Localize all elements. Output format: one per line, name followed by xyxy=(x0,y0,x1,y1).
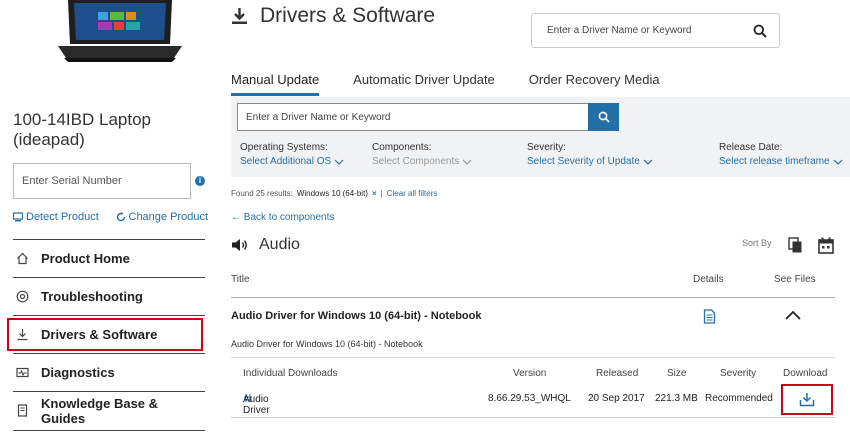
page-title: Drivers & Software xyxy=(231,4,435,28)
column-title: Title xyxy=(231,274,250,285)
download-version: 8.66.29.53_WHQL xyxy=(488,393,571,404)
sort-by-files-icon[interactable] xyxy=(788,237,803,254)
sidebar-item-label: Product Home xyxy=(41,251,130,266)
download-icon xyxy=(232,8,247,24)
download-size: 221.3 MB xyxy=(655,393,698,404)
driver-search-input[interactable]: Enter a Driver Name or Keyword xyxy=(237,103,619,131)
page-title-text: Drivers & Software xyxy=(260,4,436,27)
search-icon[interactable] xyxy=(753,24,767,38)
sidebar-item-knowledge-base[interactable]: Knowledge Base & Guides xyxy=(13,391,205,429)
refresh-icon xyxy=(116,212,125,222)
change-product-link[interactable]: Change Product xyxy=(116,211,209,223)
chevron-down-icon xyxy=(334,159,344,165)
back-to-components-link[interactable]: ← Back to components xyxy=(231,212,334,223)
filter-severity-value: Select Severity of Update xyxy=(527,156,640,167)
column-individual-downloads: Individual Downloads xyxy=(243,368,338,379)
column-details: Details xyxy=(693,274,724,285)
info-icon[interactable]: i xyxy=(195,176,205,186)
product-links: Detect Product Change Product xyxy=(13,211,208,223)
column-size: Size xyxy=(667,368,687,379)
results-summary: Found 25 results: Windows 10 (64-bit) × … xyxy=(231,189,437,198)
change-product-label: Change Product xyxy=(128,211,209,223)
sidebar-item-label: Troubleshooting xyxy=(41,289,143,304)
driver-search-button[interactable] xyxy=(588,103,619,131)
table-row: Audio Driver for Windows 10 (64-bit) - N… xyxy=(231,298,835,358)
home-icon xyxy=(16,252,29,265)
sidebar-item-product-home[interactable]: Product Home xyxy=(13,239,205,277)
serial-number-input[interactable]: Enter Serial Number xyxy=(13,163,191,199)
download-name-text: Audio Driver xyxy=(243,394,270,416)
results-divider: | xyxy=(380,189,383,198)
download-button[interactable] xyxy=(781,384,833,415)
column-see-files: See Files xyxy=(774,274,816,285)
tab-manual-update[interactable]: Manual Update xyxy=(231,72,320,96)
filter-os-label: Operating Systems: xyxy=(240,142,328,153)
filter-components: Components: Select Components xyxy=(372,142,472,167)
column-released: Released xyxy=(596,368,639,379)
sidebar-divider xyxy=(13,430,205,431)
column-download: Download xyxy=(783,368,828,379)
driver-title: Audio Driver for Windows 10 (64-bit) - N… xyxy=(231,310,482,322)
sidebar-item-diagnostics[interactable]: Diagnostics xyxy=(13,353,205,391)
troubleshoot-icon xyxy=(16,290,29,303)
filter-severity-label: Severity: xyxy=(527,142,566,153)
filter-components-value: Select Components xyxy=(372,156,460,167)
detect-icon xyxy=(13,212,23,222)
diagnostics-icon xyxy=(16,366,29,379)
table-header: Title Details See Files xyxy=(231,270,835,298)
sidebar-item-troubleshooting[interactable]: Troubleshooting xyxy=(13,277,205,315)
sidebar-item-drivers-software[interactable]: Drivers & Software xyxy=(7,315,205,353)
filter-components-label: Components: xyxy=(372,142,432,153)
filter-os-dropdown[interactable]: Select Additional OS xyxy=(240,156,344,167)
driver-search-placeholder: Enter a Driver Name or Keyword xyxy=(246,111,391,123)
book-icon xyxy=(16,404,29,417)
tab-automatic-driver-update[interactable]: Automatic Driver Update xyxy=(353,72,495,96)
tab-order-recovery-media[interactable]: Order Recovery Media xyxy=(529,72,660,96)
results-count: Found 25 results: xyxy=(231,189,293,198)
clear-filters-link[interactable]: Clear all filters xyxy=(387,189,438,198)
remove-filter-icon[interactable]: × xyxy=(372,189,377,198)
column-version: Version xyxy=(513,368,547,379)
laptop-image xyxy=(58,0,182,62)
header-search-input[interactable]: Enter a Driver Name or Keyword xyxy=(531,13,780,48)
chevron-down-icon xyxy=(833,159,843,165)
download-icon xyxy=(799,393,815,407)
download-severity: Recommended xyxy=(705,393,773,404)
speaker-icon xyxy=(232,239,247,251)
sidebar-item-label: Diagnostics xyxy=(41,365,115,380)
chevron-up-icon[interactable] xyxy=(785,310,801,320)
document-icon[interactable] xyxy=(703,309,716,324)
sidebar-menu: Product Home Troubleshooting Drivers & S… xyxy=(7,239,205,429)
section-heading: Audio xyxy=(231,236,300,254)
driver-subtitle: Audio Driver for Windows 10 (64-bit) - N… xyxy=(231,339,423,349)
download-row: Audio Driver 8.66.29.53_WHQL 20 Sep 2017… xyxy=(231,392,835,418)
header-search-placeholder: Enter a Driver Name or Keyword xyxy=(547,25,692,36)
product-name: 100-14IBD Laptop (ideapad) xyxy=(13,110,151,149)
detect-product-link[interactable]: Detect Product xyxy=(13,211,99,223)
filter-panel: Enter a Driver Name or Keyword Operating… xyxy=(231,97,850,177)
filter-os: Operating Systems: Select Additional OS xyxy=(240,142,344,167)
chevron-down-icon xyxy=(643,159,653,165)
filter-release-date: Release Date: Select release timeframe xyxy=(719,142,843,167)
section-title: Audio xyxy=(259,236,300,253)
column-severity: Severity xyxy=(720,368,757,379)
filter-release-dropdown[interactable]: Select release timeframe xyxy=(719,156,843,167)
search-icon xyxy=(598,111,610,123)
tab-bar: Manual Update Automatic Driver Update Or… xyxy=(231,72,694,96)
filter-tag: Windows 10 (64-bit) xyxy=(296,189,368,198)
filter-severity: Severity: Select Severity of Update xyxy=(527,142,653,167)
filter-os-value: Select Additional OS xyxy=(240,156,332,167)
chevron-down-icon xyxy=(462,159,472,165)
highlight-box xyxy=(7,318,203,351)
filter-severity-dropdown[interactable]: Select Severity of Update xyxy=(527,156,653,167)
filter-components-dropdown[interactable]: Select Components xyxy=(372,156,472,167)
sort-by-date-icon[interactable] xyxy=(818,237,834,254)
detect-product-label: Detect Product xyxy=(26,211,99,223)
filter-release-label: Release Date: xyxy=(719,142,783,153)
filter-release-value: Select release timeframe xyxy=(719,156,830,167)
download-name: Audio Driver xyxy=(243,393,270,416)
sort-by-label: Sort By xyxy=(742,238,772,248)
download-released: 20 Sep 2017 xyxy=(588,393,645,404)
sidebar-item-label: Knowledge Base & Guides xyxy=(41,395,159,426)
